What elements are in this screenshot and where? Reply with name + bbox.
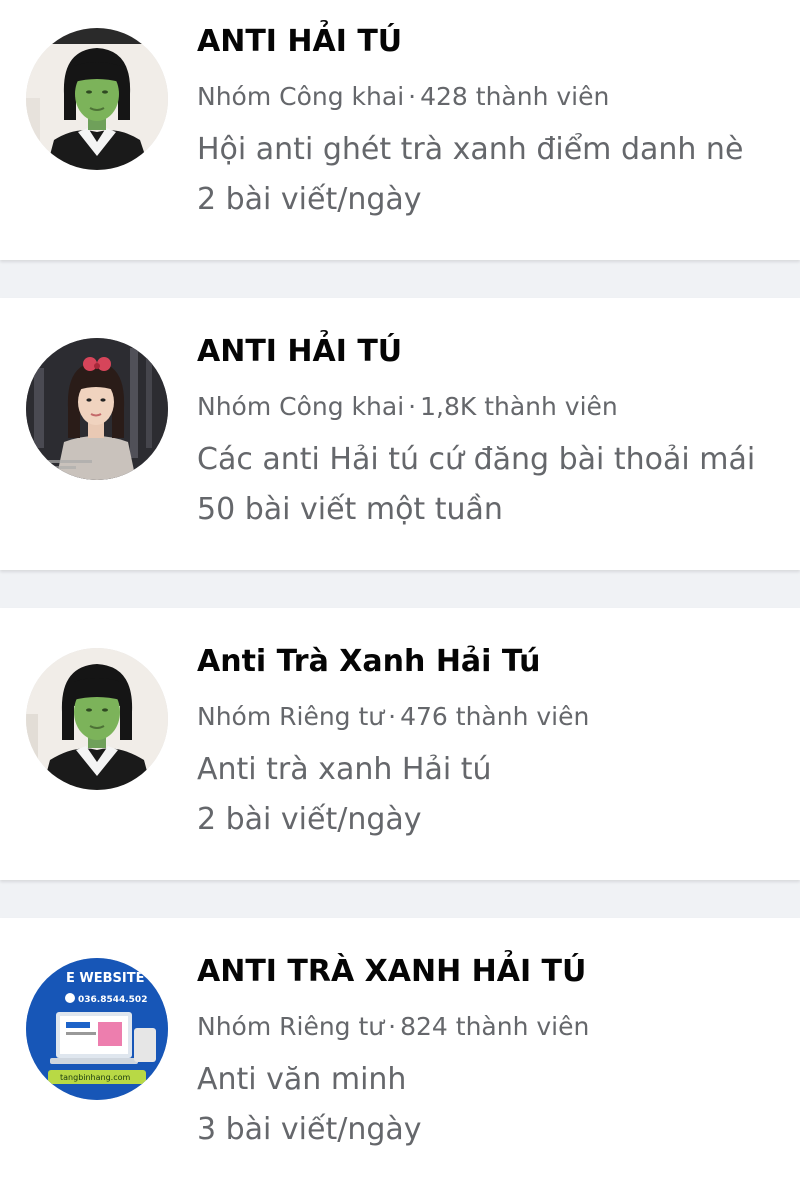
group-card[interactable]: ANTI HẢI TÚ Nhóm Công khai · 428 thành viê… (0, 0, 800, 260)
group-privacy: Nhóm Riêng tư (197, 1012, 385, 1041)
green-face-girl-photo-icon (26, 28, 168, 170)
group-avatar[interactable]: E WEBSITE 036.8544.502 tangbinhang.com (26, 958, 168, 1100)
group-description: Các anti Hải tú cứ đăng bài thoải mái (197, 442, 756, 477)
group-name[interactable]: ANTI HẢI TÚ (197, 24, 402, 59)
group-name[interactable]: ANTI TRÀ XANH HẢI TÚ (197, 954, 586, 989)
group-activity: 2 bài viết/ngày (197, 182, 422, 217)
group-avatar[interactable] (26, 648, 168, 790)
group-description: Anti văn minh (197, 1062, 407, 1097)
group-activity: 50 bài viết một tuần (197, 492, 503, 527)
group-name[interactable]: Anti Trà Xanh Hải Tú (197, 644, 540, 679)
group-card[interactable]: Anti Trà Xanh Hải Tú Nhóm Riêng tư · 476 t… (0, 608, 800, 880)
group-description: Anti trà xanh Hải tú (197, 752, 492, 787)
ad-phone-text: 036.8544.502 (78, 995, 147, 1005)
group-avatar[interactable] (26, 338, 168, 480)
group-avatar[interactable] (26, 28, 168, 170)
group-meta: Nhóm Riêng tư · 476 thành viên (197, 702, 589, 731)
group-name[interactable]: ANTI HẢI TÚ (197, 334, 402, 369)
separator-dot: · (388, 702, 397, 731)
girl-portrait-photo-icon (26, 338, 168, 480)
separator-dot: · (388, 1012, 397, 1041)
separator-dot: · (408, 82, 417, 111)
group-card[interactable]: ANTI HẢI TÚ Nhóm Công khai · 1,8K thành vi… (0, 298, 800, 570)
group-members: 476 thành viên (400, 702, 590, 731)
group-privacy: Nhóm Công khai (197, 392, 405, 421)
separator-dot: · (408, 392, 417, 421)
ad-footer-text: tangbinhang.com (60, 1073, 131, 1082)
group-privacy: Nhóm Riêng tư (197, 702, 385, 731)
group-meta: Nhóm Riêng tư · 824 thành viên (197, 1012, 589, 1041)
website-ad-image-icon: E WEBSITE 036.8544.502 tangbinhang.com (26, 958, 168, 1100)
group-members: 824 thành viên (400, 1012, 590, 1041)
group-members: 428 thành viên (420, 82, 610, 111)
group-activity: 3 bài viết/ngày (197, 1112, 422, 1147)
green-face-girl-photo-icon (26, 648, 168, 790)
group-card[interactable]: E WEBSITE 036.8544.502 tangbinhang.com A… (0, 918, 800, 1190)
group-meta: Nhóm Công khai · 1,8K thành viên (197, 392, 618, 421)
ad-banner-text: E WEBSITE (66, 971, 144, 986)
group-members: 1,8K thành viên (420, 392, 618, 421)
group-meta: Nhóm Công khai · 428 thành viên (197, 82, 609, 111)
group-description: Hội anti ghét trà xanh điểm danh nè (197, 132, 744, 167)
group-privacy: Nhóm Công khai (197, 82, 405, 111)
group-activity: 2 bài viết/ngày (197, 802, 422, 837)
